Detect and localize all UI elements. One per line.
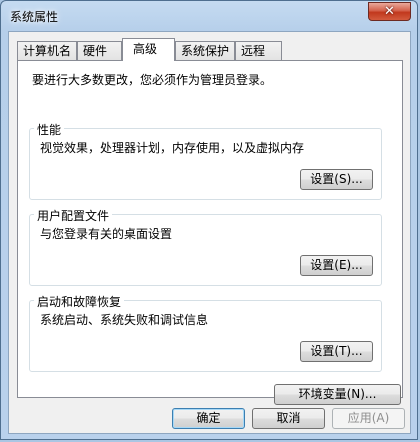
advanced-tab-page: 要进行大多数更改，您必须作为管理员登录。 性能 视觉效果，处理器计划，内存使用，…: [17, 60, 403, 405]
startup-recovery-settings-button[interactable]: 设置(T)...: [300, 341, 373, 362]
tab-advanced[interactable]: 高级: [122, 38, 175, 61]
apply-button[interactable]: 应用(A): [332, 408, 405, 429]
close-icon: ✕: [384, 4, 395, 19]
startup-recovery-group: 启动和故障恢复 系统启动、系统失败和调试信息 设置(T)...: [29, 293, 382, 372]
tab-system-protection[interactable]: 系统保护: [175, 41, 235, 60]
user-profiles-settings-button[interactable]: 设置(E)...: [300, 255, 373, 276]
window-title: 系统属性: [10, 10, 59, 24]
tab-hardware[interactable]: 硬件: [77, 41, 122, 60]
tab-remote[interactable]: 远程: [235, 41, 282, 60]
admin-notice: 要进行大多数更改，您必须作为管理员登录。: [32, 73, 273, 87]
startup-recovery-group-title: 启动和故障恢复: [34, 293, 125, 310]
performance-group-title: 性能: [34, 121, 65, 138]
user-profiles-group: 用户配置文件 与您登录有关的桌面设置 设置(E)...: [29, 207, 382, 286]
performance-description: 视觉效果，处理器计划，内存使用，以及虚拟内存: [40, 141, 305, 155]
cancel-button[interactable]: 取消: [252, 408, 325, 429]
ok-button[interactable]: 确定: [172, 408, 245, 429]
title-bar[interactable]: 系统属性 ✕: [1, 1, 417, 31]
close-button[interactable]: ✕: [368, 2, 411, 21]
performance-settings-button[interactable]: 设置(S)...: [300, 169, 373, 190]
performance-group: 性能 视觉效果，处理器计划，内存使用，以及虚拟内存 设置(S)...: [29, 121, 382, 200]
user-profiles-description: 与您登录有关的桌面设置: [40, 227, 173, 241]
startup-recovery-description: 系统启动、系统失败和调试信息: [40, 313, 209, 327]
system-properties-window: 系统属性 ✕ 计算机名 硬件 高级 系统保护 远程 要进行大多数更改，您必须作为…: [0, 0, 418, 440]
tab-computer-name[interactable]: 计算机名: [17, 41, 77, 60]
dialog-client-area: 计算机名 硬件 高级 系统保护 远程 要进行大多数更改，您必须作为管理员登录。 …: [8, 31, 411, 434]
environment-variables-button[interactable]: 环境变量(N)...: [274, 384, 401, 405]
user-profiles-group-title: 用户配置文件: [34, 207, 113, 224]
